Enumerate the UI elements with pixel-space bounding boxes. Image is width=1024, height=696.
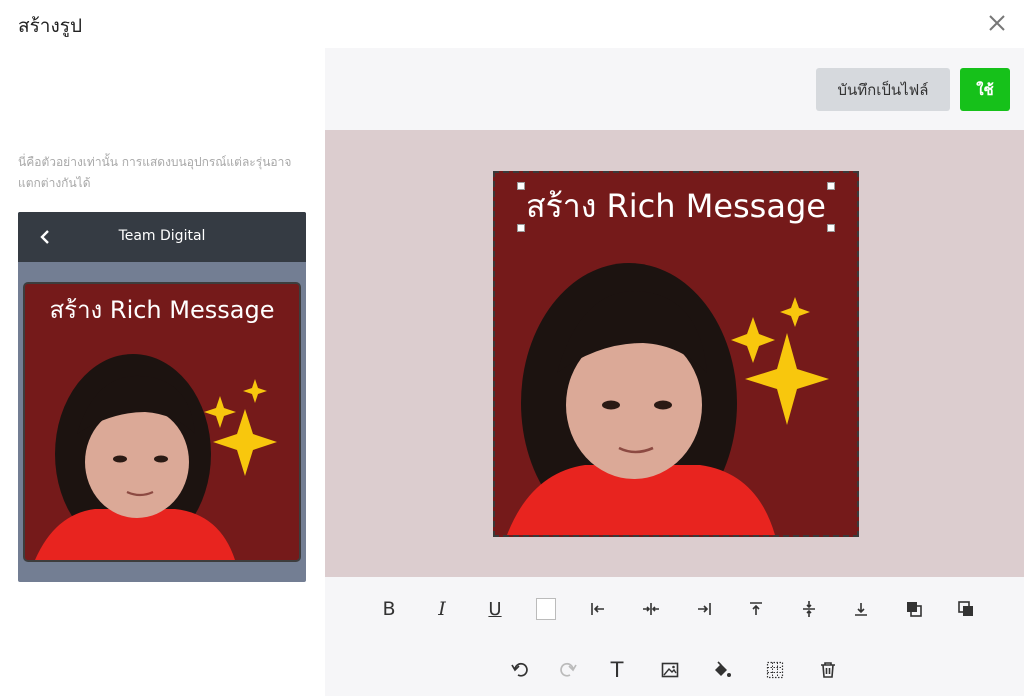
resize-handle-top-left[interactable] — [517, 182, 525, 190]
canvas-workspace: สร้าง Rich Message — [325, 130, 1024, 577]
preview-note: นี่คือตัวอย่างเท่านั้น การแสดงบนอุปกรณ์แ… — [18, 155, 292, 190]
undo-icon[interactable] — [505, 655, 535, 685]
send-backward-icon[interactable] — [951, 594, 981, 624]
text-color-swatch[interactable] — [531, 594, 561, 624]
text-selection-box[interactable] — [517, 182, 835, 232]
resize-handle-bottom-left[interactable] — [517, 224, 525, 232]
chat-name: Team Digital — [118, 228, 206, 244]
delete-icon[interactable] — [813, 655, 843, 685]
bold-icon[interactable]: B — [374, 594, 404, 624]
rich-message-preview: สร้าง Rich Message — [23, 282, 301, 562]
chat-header: Team Digital — [18, 212, 306, 262]
add-text-icon[interactable]: T — [602, 655, 632, 685]
preview-panel: นี่คือตัวอย่างเท่านั้น การแสดงบนอุปกรณ์แ… — [0, 48, 325, 696]
redo-icon[interactable] — [553, 655, 583, 685]
use-button[interactable]: ใช้ — [960, 68, 1010, 111]
align-center-icon[interactable] — [636, 594, 666, 624]
phone-preview: Team Digital สร้าง Rich Message — [18, 212, 306, 582]
align-bottom-icon[interactable] — [846, 594, 876, 624]
action-bar: บันทึกเป็นไฟล์ ใช้ — [325, 48, 1024, 130]
fill-color-icon[interactable] — [707, 655, 737, 685]
dialog-title: สร้างรูป — [18, 15, 83, 37]
italic-icon[interactable]: I — [427, 594, 457, 624]
close-icon[interactable] — [986, 12, 1008, 34]
resize-handle-top-right[interactable] — [827, 182, 835, 190]
align-top-icon[interactable] — [741, 594, 771, 624]
align-right-icon[interactable] — [689, 594, 719, 624]
add-image-icon[interactable] — [655, 655, 685, 685]
image-canvas[interactable]: สร้าง Rich Message — [493, 171, 859, 537]
underline-icon[interactable]: U — [480, 594, 510, 624]
dialog-header: สร้างรูป — [0, 0, 1024, 48]
resize-handle-bottom-right[interactable] — [827, 224, 835, 232]
align-middle-icon[interactable] — [794, 594, 824, 624]
align-left-icon[interactable] — [583, 594, 613, 624]
preview-image: สร้าง Rich Message — [25, 284, 299, 560]
editor-toolbar: B I U T — [325, 577, 1024, 696]
bring-forward-icon[interactable] — [899, 594, 929, 624]
save-to-file-button[interactable]: บันทึกเป็นไฟล์ — [816, 68, 950, 111]
grid-icon[interactable] — [760, 655, 790, 685]
preview-message-text: สร้าง Rich Message — [50, 296, 275, 324]
